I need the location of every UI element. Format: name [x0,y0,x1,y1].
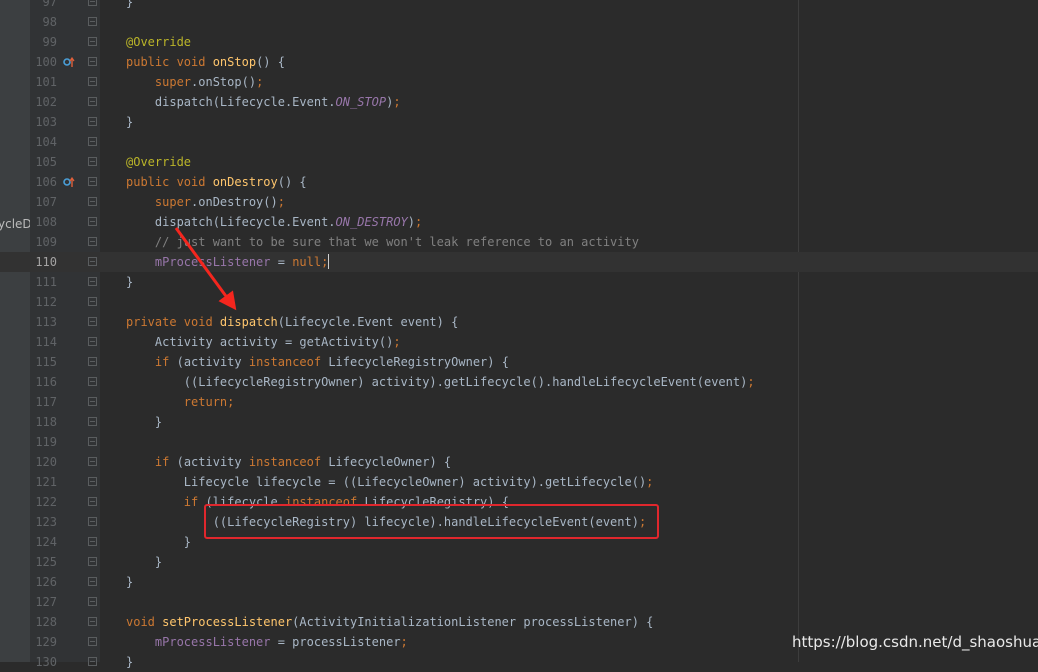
annotation-highlight-box [204,504,659,539]
watermark: https://blog.csdn.net/d_shaoshuai [792,633,1038,651]
annotation-arrow [174,227,237,311]
